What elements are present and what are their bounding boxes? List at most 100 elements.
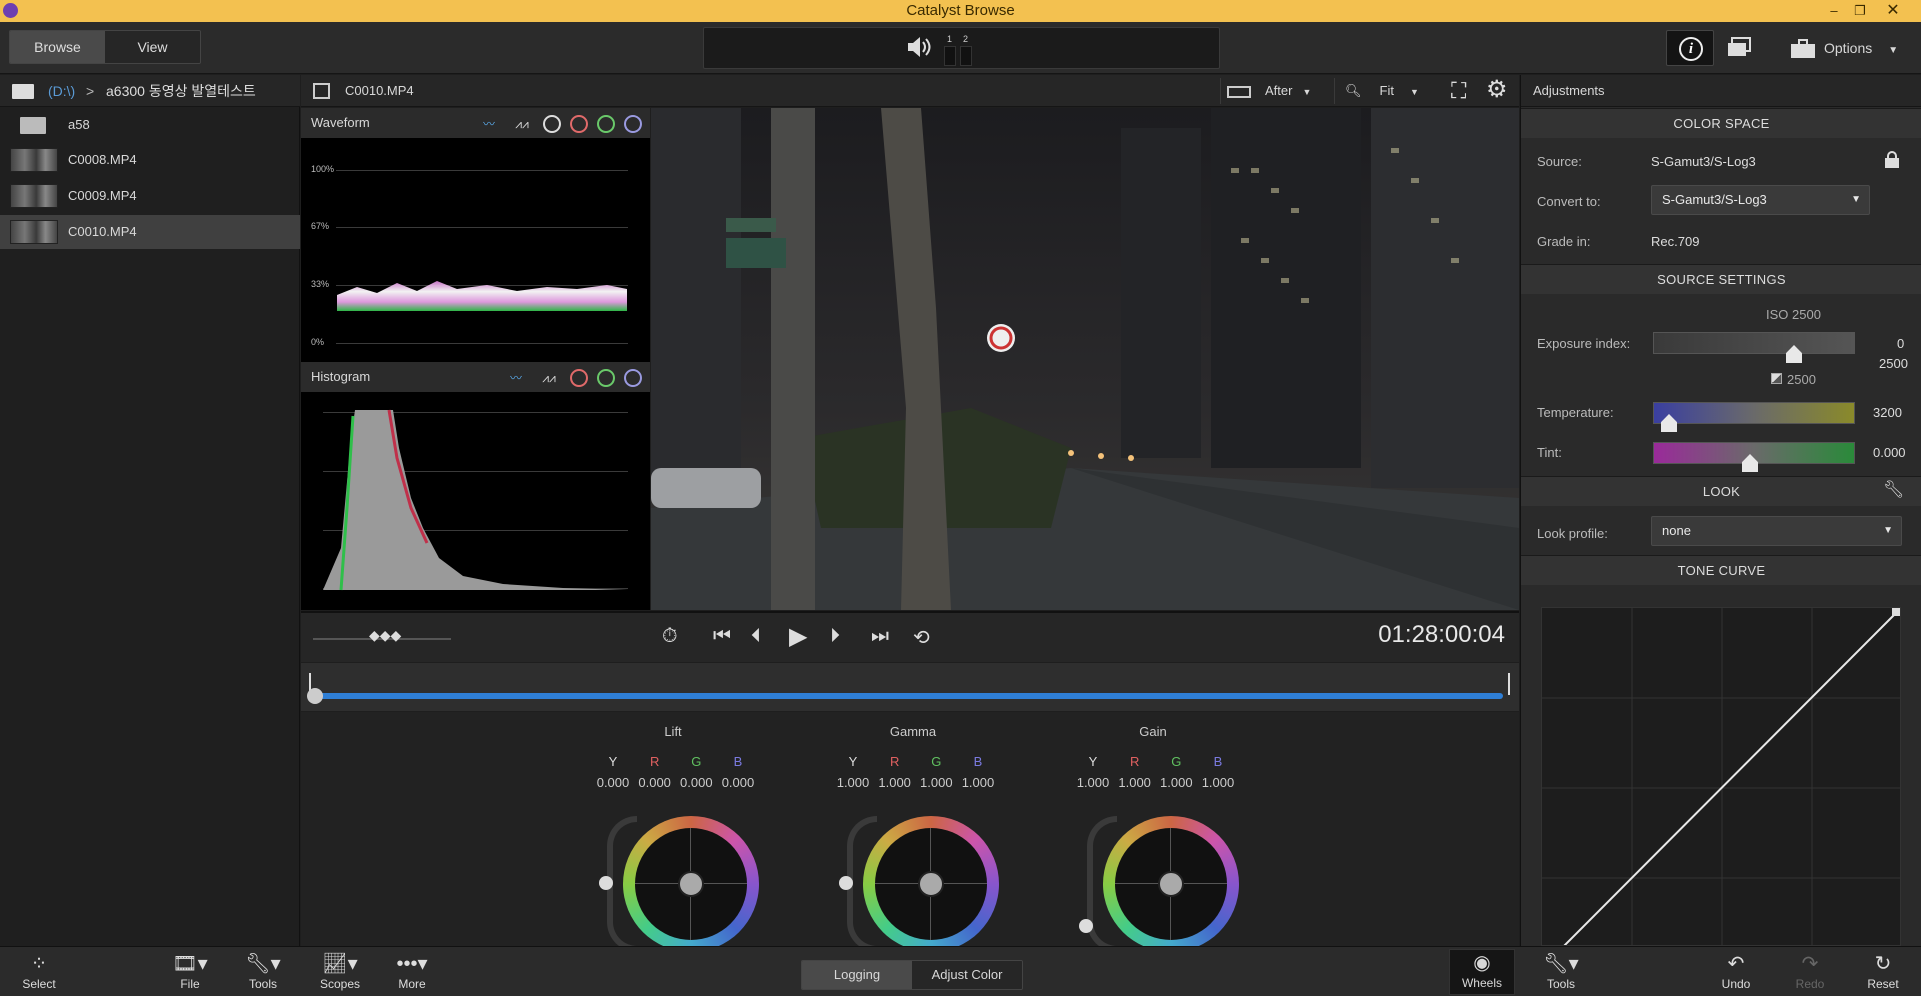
playhead-handle[interactable] [307, 688, 323, 704]
step-back-icon[interactable]: ⏴ [751, 625, 761, 648]
luma-toggle[interactable] [543, 115, 561, 133]
play-icon[interactable]: ▶ [789, 622, 807, 651]
gamma-color-wheel[interactable] [863, 816, 999, 952]
clip-panel-icon[interactable] [313, 83, 330, 99]
lift-g-value[interactable]: 0.000 [676, 775, 716, 790]
red-toggle[interactable] [570, 369, 588, 387]
look-profile-dropdown[interactable]: none ▼ [1651, 516, 1902, 546]
exposure-slider[interactable] [1653, 332, 1855, 354]
scopes-button[interactable]: 📈︎▾ Scopes [310, 951, 370, 991]
gain-b-value[interactable]: 1.000 [1198, 775, 1238, 790]
skip-start-icon[interactable]: ⏮ [713, 625, 731, 648]
gear-icon[interactable]: ⚙ [1486, 77, 1508, 103]
lock-icon[interactable] [1884, 151, 1900, 169]
lift-y-value[interactable]: 0.000 [593, 775, 633, 790]
display-button[interactable] [1725, 30, 1755, 66]
list-item[interactable]: C0009.MP4 [0, 179, 300, 213]
gamma-y-value[interactable]: 1.000 [833, 775, 873, 790]
reset-button[interactable]: ↻ Reset [1853, 951, 1913, 991]
gamma-g-value[interactable]: 1.000 [916, 775, 956, 790]
timeline-scrubber[interactable] [301, 663, 1519, 711]
file-button[interactable]: 🎞︎▾ File [160, 951, 220, 991]
gamma-r-value[interactable]: 1.000 [875, 775, 915, 790]
gain-color-wheel[interactable] [1103, 816, 1239, 952]
timer-icon[interactable]: ⏱ [662, 625, 678, 648]
blue-toggle[interactable] [624, 369, 642, 387]
gain-luma-handle[interactable] [1079, 919, 1093, 933]
gain-g-value[interactable]: 1.000 [1156, 775, 1196, 790]
waveform-mode-icon[interactable]: ⩘⩘ [510, 115, 534, 133]
list-item[interactable]: a58 [0, 108, 300, 142]
curve-point[interactable] [1892, 608, 1900, 616]
select-button[interactable]: ⁘ Select [9, 951, 69, 991]
tools-button[interactable]: 🔧︎▾ Tools [233, 951, 293, 991]
audio-meter-panel: 1 2 [703, 27, 1220, 69]
gamma-luma-handle[interactable] [839, 876, 853, 890]
view-tab[interactable]: View [105, 31, 200, 63]
list-item[interactable]: C0010.MP4 [0, 215, 300, 249]
wheels-button[interactable]: ◉ Wheels [1449, 949, 1515, 995]
wheels-label: Wheels [1461, 976, 1502, 990]
lift-color-wheel[interactable] [623, 816, 759, 952]
parade-icon[interactable]: 〰 [477, 115, 501, 133]
minimize-button[interactable]: – [1821, 0, 1847, 22]
overlay-icon[interactable]: 〰 [504, 369, 528, 387]
blue-toggle[interactable] [624, 115, 642, 133]
lift-puck[interactable] [678, 871, 704, 897]
adjust-color-tab[interactable]: Adjust Color [912, 961, 1022, 989]
logging-tab[interactable]: Logging [802, 961, 912, 989]
lift-b-value[interactable]: 0.000 [718, 775, 758, 790]
breadcrumb-drive[interactable]: (D:\) [48, 75, 75, 107]
adjust-tools-button[interactable]: 🔧︎▾ Tools [1531, 951, 1591, 991]
exposure-scale-icon [1771, 373, 1782, 384]
skip-end-icon[interactable]: ⏭ [871, 625, 889, 648]
list-item[interactable]: C0008.MP4 [0, 143, 300, 177]
compare-mode-select[interactable]: After ▼ [1220, 78, 1329, 104]
convert-dropdown[interactable]: S-Gamut3/S-Log3 ▼ [1651, 185, 1870, 215]
fullscreen-icon[interactable]: ⛶ [1451, 79, 1466, 103]
lift-r-value[interactable]: 0.000 [635, 775, 675, 790]
breadcrumb-folder[interactable]: a6300 동영상 발열테스트 [106, 75, 256, 107]
restore-button[interactable]: ❐ [1847, 0, 1873, 22]
gain-puck[interactable] [1158, 871, 1184, 897]
jog-handle-icon[interactable]: ◆◆◆ [369, 627, 401, 644]
section-look: LOOK [1521, 476, 1921, 506]
wrench-icon[interactable]: 🔧︎ [1883, 480, 1905, 500]
channel-y-label: Y [848, 754, 858, 769]
temperature-slider[interactable] [1653, 402, 1855, 424]
browse-tab[interactable]: Browse [10, 31, 105, 63]
histogram-mode-icon[interactable]: ⩘⩘ [537, 369, 561, 387]
lift-luma-handle[interactable] [599, 876, 613, 890]
zoom-select[interactable]: 🔍︎ Fit ▼ [1334, 78, 1438, 104]
speaker-icon[interactable] [905, 34, 931, 60]
gamma-puck[interactable] [918, 871, 944, 897]
tone-curve-graph[interactable] [1541, 607, 1901, 946]
redo-button[interactable]: ↷ Redo [1780, 951, 1840, 991]
loop-icon[interactable]: ⟲ [913, 625, 930, 650]
more-button[interactable]: •••▾ More [382, 951, 442, 991]
green-toggle[interactable] [597, 369, 615, 387]
redo-label: Redo [1795, 977, 1825, 991]
channel-g-label: G [1171, 754, 1182, 769]
gain-y-value[interactable]: 1.000 [1073, 775, 1113, 790]
close-button[interactable]: ✕ [1873, 0, 1913, 22]
scope-icon: 📈︎▾ [322, 953, 358, 975]
out-point-marker[interactable] [1508, 673, 1510, 695]
red-toggle[interactable] [570, 115, 588, 133]
gain-r-value[interactable]: 1.000 [1115, 775, 1155, 790]
item-name: C0008.MP4 [68, 152, 137, 167]
step-forward-icon[interactable]: ⏵ [830, 625, 840, 648]
green-toggle[interactable] [597, 115, 615, 133]
undo-button[interactable]: ↶ Undo [1706, 951, 1766, 991]
gamma-b-value[interactable]: 1.000 [958, 775, 998, 790]
options-menu[interactable]: Options ▼ [1790, 30, 1910, 66]
gain-wheel-group: Gain Y 1.000 R 1.000 G 1.000 B 1.000 [1053, 724, 1253, 952]
zoom-value: Fit [1379, 83, 1394, 98]
folder-icon[interactable] [12, 84, 34, 99]
video-viewer[interactable] [651, 108, 1519, 610]
timeline-track[interactable] [315, 693, 1503, 699]
waveform-title: Waveform [311, 115, 370, 130]
chevron-down-icon: ▼ [1888, 45, 1899, 56]
info-button[interactable]: i [1666, 30, 1714, 66]
wheel-title: Gain [1139, 724, 1167, 739]
